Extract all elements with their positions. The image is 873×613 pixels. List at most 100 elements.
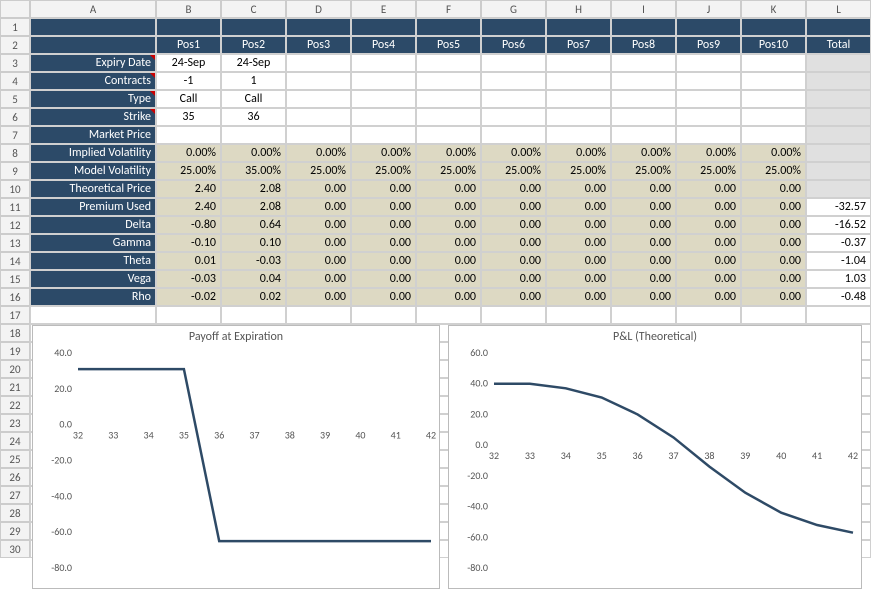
cell-strike-3[interactable] [351,108,416,126]
row-header-25[interactable]: 25 [0,450,30,468]
header-Pos10[interactable]: Pos10 [741,36,806,54]
payoff-chart[interactable]: Payoff at Expiration -80.0-60.0-40.0-20.… [32,325,440,589]
cell-model_vol-9[interactable]: 25.00% [741,162,806,180]
cell-premium-0[interactable]: 2.40 [156,198,221,216]
cell-expiry-3[interactable] [351,54,416,72]
cell-contracts-2[interactable] [286,72,351,90]
cell-model_vol-8[interactable]: 25.00% [676,162,741,180]
cell-implied_vol-7[interactable]: 0.00% [611,144,676,162]
cell-expiry-4[interactable] [416,54,481,72]
cell-theta-1[interactable]: -0.03 [221,252,286,270]
cell-type-9[interactable] [741,90,806,108]
row-label-market_price[interactable]: Market Price [30,126,156,144]
cell[interactable] [676,18,741,36]
col-header-E[interactable]: E [351,0,416,18]
cell-gamma-8[interactable]: 0.00 [676,234,741,252]
cell-contracts-5[interactable] [481,72,546,90]
cell-rho-3[interactable]: 0.00 [351,288,416,306]
row-header-2[interactable]: 2 [0,36,30,54]
cell[interactable] [351,306,416,324]
cell-strike-0[interactable]: 35 [156,108,221,126]
row-header-10[interactable]: 10 [0,180,30,198]
cell[interactable] [416,18,481,36]
cell-rho-8[interactable]: 0.00 [676,288,741,306]
total-blank[interactable] [806,162,871,180]
row-header-8[interactable]: 8 [0,144,30,162]
row-header-30[interactable]: 30 [0,540,30,558]
cell-delta-0[interactable]: -0.80 [156,216,221,234]
total-vega[interactable]: 1.03 [806,270,871,288]
cell-theo_price-8[interactable]: 0.00 [676,180,741,198]
cell-type-4[interactable] [416,90,481,108]
row-header-16[interactable]: 16 [0,288,30,306]
total-blank[interactable] [806,72,871,90]
cell-A2[interactable] [30,36,156,54]
cell-implied_vol-4[interactable]: 0.00% [416,144,481,162]
cell-theo_price-5[interactable]: 0.00 [481,180,546,198]
cell-model_vol-3[interactable]: 25.00% [351,162,416,180]
cell-market_price-4[interactable] [416,126,481,144]
row-label-rho[interactable]: Rho [30,288,156,306]
cell-market_price-9[interactable] [741,126,806,144]
cell-strike-1[interactable]: 36 [221,108,286,126]
cell-theta-5[interactable]: 0.00 [481,252,546,270]
cell-premium-2[interactable]: 0.00 [286,198,351,216]
cell-gamma-0[interactable]: -0.10 [156,234,221,252]
cell-contracts-9[interactable] [741,72,806,90]
cell-implied_vol-2[interactable]: 0.00% [286,144,351,162]
header-Pos4[interactable]: Pos4 [351,36,416,54]
cell-theo_price-2[interactable]: 0.00 [286,180,351,198]
cell[interactable] [156,306,221,324]
row-label-vega[interactable]: Vega [30,270,156,288]
cell-theta-8[interactable]: 0.00 [676,252,741,270]
cell-model_vol-7[interactable]: 25.00% [611,162,676,180]
row-header-22[interactable]: 22 [0,396,30,414]
row-label-gamma[interactable]: Gamma [30,234,156,252]
cell-market_price-6[interactable] [546,126,611,144]
cell[interactable] [611,306,676,324]
cell-expiry-8[interactable] [676,54,741,72]
cell-model_vol-5[interactable]: 25.00% [481,162,546,180]
cell-premium-7[interactable]: 0.00 [611,198,676,216]
cell-theta-7[interactable]: 0.00 [611,252,676,270]
cell-type-6[interactable] [546,90,611,108]
cell-vega-1[interactable]: 0.04 [221,270,286,288]
row-header-28[interactable]: 28 [0,504,30,522]
cell-gamma-2[interactable]: 0.00 [286,234,351,252]
cell-A1[interactable] [30,18,156,36]
cell[interactable] [741,18,806,36]
cell-vega-6[interactable]: 0.00 [546,270,611,288]
cell-theo_price-4[interactable]: 0.00 [416,180,481,198]
header-Pos2[interactable]: Pos2 [221,36,286,54]
row-header-24[interactable]: 24 [0,432,30,450]
row-header-11[interactable]: 11 [0,198,30,216]
cell[interactable] [416,306,481,324]
cell-premium-8[interactable]: 0.00 [676,198,741,216]
total-blank[interactable] [806,126,871,144]
cell-rho-5[interactable]: 0.00 [481,288,546,306]
row-header-9[interactable]: 9 [0,162,30,180]
cell[interactable] [546,306,611,324]
cell[interactable] [286,306,351,324]
cell[interactable] [481,18,546,36]
cell-implied_vol-8[interactable]: 0.00% [676,144,741,162]
total-delta[interactable]: -16.52 [806,216,871,234]
cell-type-7[interactable] [611,90,676,108]
cell-strike-7[interactable] [611,108,676,126]
cell-implied_vol-0[interactable]: 0.00% [156,144,221,162]
header-Pos7[interactable]: Pos7 [546,36,611,54]
row-header-14[interactable]: 14 [0,252,30,270]
cell-vega-3[interactable]: 0.00 [351,270,416,288]
cell-rho-9[interactable]: 0.00 [741,288,806,306]
total-blank[interactable] [806,108,871,126]
row-header-27[interactable]: 27 [0,486,30,504]
cell-market_price-2[interactable] [286,126,351,144]
cell-contracts-6[interactable] [546,72,611,90]
cell-premium-6[interactable]: 0.00 [546,198,611,216]
cell-delta-7[interactable]: 0.00 [611,216,676,234]
cell-gamma-3[interactable]: 0.00 [351,234,416,252]
cell[interactable] [30,306,156,324]
cell-delta-8[interactable]: 0.00 [676,216,741,234]
row-label-implied_vol[interactable]: Implied Volatility [30,144,156,162]
header-Pos3[interactable]: Pos3 [286,36,351,54]
